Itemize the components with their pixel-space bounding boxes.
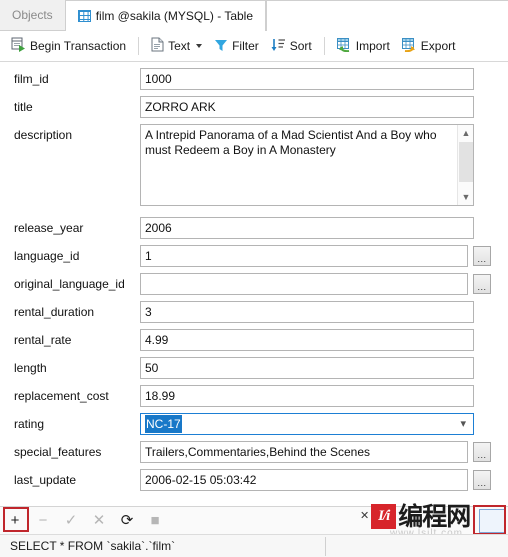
label-length: length — [14, 361, 47, 375]
label-original-language-id: original_language_id — [14, 277, 125, 291]
filter-button[interactable]: Filter — [209, 34, 264, 58]
filter-icon — [214, 38, 228, 55]
form-row-description: description ▲ ▼ — [0, 124, 508, 206]
apply-changes-button[interactable]: ✓ — [62, 512, 80, 530]
status-query-text: SELECT * FROM `sakila`.`film` — [10, 539, 176, 553]
label-release-year: release_year — [14, 221, 84, 235]
input-language-id[interactable] — [140, 245, 468, 267]
form-row-rental-rate: rental_rate — [0, 329, 508, 351]
scroll-down-icon[interactable]: ▼ — [458, 189, 473, 205]
description-scrollbar[interactable]: ▲ ▼ — [457, 125, 473, 205]
form-row-special-features: special_features ... — [0, 441, 508, 463]
text-button[interactable]: Text — [146, 34, 207, 58]
label-language-id: language_id — [14, 249, 80, 263]
label-last-update: last_update — [14, 473, 77, 487]
export-icon — [401, 37, 417, 55]
sort-label: Sort — [289, 39, 312, 53]
scroll-up-icon[interactable]: ▲ — [458, 125, 473, 141]
form-row-film-id: film_id — [0, 68, 508, 90]
import-label: Import — [355, 39, 390, 53]
delete-record-button[interactable]: − — [34, 512, 52, 530]
input-release-year[interactable] — [140, 217, 474, 239]
ellipsis-button-original-language-id[interactable]: ... — [473, 274, 491, 294]
toolbar-separator-1 — [138, 37, 140, 55]
document-icon — [151, 37, 164, 55]
form-grid-toggle-button[interactable] — [479, 509, 506, 533]
description-box: ▲ ▼ — [140, 124, 474, 206]
stop-button[interactable]: ■ — [146, 512, 164, 530]
form-row-title: title — [0, 96, 508, 118]
ellipsis-button-language-id[interactable]: ... — [473, 246, 491, 266]
input-special-features[interactable] — [140, 441, 468, 463]
label-description: description — [14, 128, 73, 142]
ellipsis-button-special-features[interactable]: ... — [473, 442, 491, 462]
sort-icon — [271, 38, 286, 55]
text-label: Text — [168, 39, 191, 53]
select-rating-value: NC-17 — [145, 415, 182, 433]
record-nav-toolbar: + − ✓ ✕ ⟳ ■ — [0, 506, 508, 534]
form-row-original-language-id: original_language_id ... — [0, 273, 508, 295]
label-title: title — [14, 100, 33, 114]
input-rental-rate[interactable] — [140, 329, 474, 351]
status-bar-separator — [325, 537, 326, 556]
begin-transaction-button[interactable]: Begin Transaction — [6, 34, 131, 58]
nav icat-main-window: Objects film @sakila (MYSQL) - Table Beg… — [0, 0, 508, 557]
form-row-rental-duration: rental_duration — [0, 301, 508, 323]
form-row-language-id: language_id ... — [0, 245, 508, 267]
main-toolbar: Begin Transaction Text Filter Sort Impor… — [0, 31, 508, 62]
select-rating[interactable]: NC-17 ▾ — [140, 413, 474, 435]
form-row-replacement-cost: replacement_cost — [0, 385, 508, 407]
input-replacement-cost[interactable] — [140, 385, 474, 407]
table-grid-icon — [77, 10, 91, 22]
refresh-button[interactable]: ⟳ — [118, 512, 136, 530]
tab-strip: Objects film @sakila (MYSQL) - Table — [0, 0, 508, 31]
sort-button[interactable]: Sort — [266, 34, 317, 58]
label-replacement-cost: replacement_cost — [14, 389, 109, 403]
begin-transaction-label: Begin Transaction — [30, 39, 127, 53]
label-rental-duration: rental_duration — [14, 305, 95, 319]
form-row-length: length — [0, 357, 508, 379]
input-last-update[interactable] — [140, 469, 468, 491]
form-row-last-update: last_update ... — [0, 469, 508, 491]
export-label: Export — [420, 39, 456, 53]
import-icon — [336, 37, 352, 55]
tab-objects[interactable]: Objects — [0, 0, 65, 30]
cancel-changes-button[interactable]: ✕ — [90, 512, 108, 530]
transaction-icon — [11, 37, 26, 55]
chevron-down-icon[interactable]: ▾ — [460, 417, 466, 431]
chevron-down-icon[interactable] — [196, 44, 203, 48]
input-film-id[interactable] — [140, 68, 474, 90]
label-special-features: special_features — [14, 445, 102, 459]
import-button[interactable]: Import — [332, 34, 395, 58]
record-form: film_id title description ▲ ▼ release_ye… — [0, 62, 508, 502]
export-button[interactable]: Export — [397, 34, 461, 58]
tab-film-table[interactable]: film @sakila (MYSQL) - Table — [64, 0, 267, 31]
input-length[interactable] — [140, 357, 474, 379]
form-row-rating: rating NC-17 ▾ — [0, 413, 508, 435]
add-record-button[interactable]: + — [6, 512, 24, 530]
input-title[interactable] — [140, 96, 474, 118]
label-film-id: film_id — [14, 72, 49, 86]
tab-objects-label: Objects — [12, 8, 53, 22]
tab-strip-filler — [266, 0, 508, 31]
toolbar-separator-2 — [323, 37, 325, 55]
filter-label: Filter — [232, 39, 259, 53]
ellipsis-button-last-update[interactable]: ... — [473, 470, 491, 490]
input-rental-duration[interactable] — [140, 301, 474, 323]
label-rating: rating — [14, 417, 45, 431]
status-bar: SELECT * FROM `sakila`.`film` — [0, 534, 508, 557]
scrollbar-thumb[interactable] — [459, 142, 473, 182]
label-rental-rate: rental_rate — [14, 333, 72, 347]
input-original-language-id[interactable] — [140, 273, 468, 295]
input-description[interactable] — [141, 125, 441, 205]
tab-film-table-label: film @sakila (MYSQL) - Table — [95, 9, 254, 23]
form-row-release-year: release_year — [0, 217, 508, 239]
